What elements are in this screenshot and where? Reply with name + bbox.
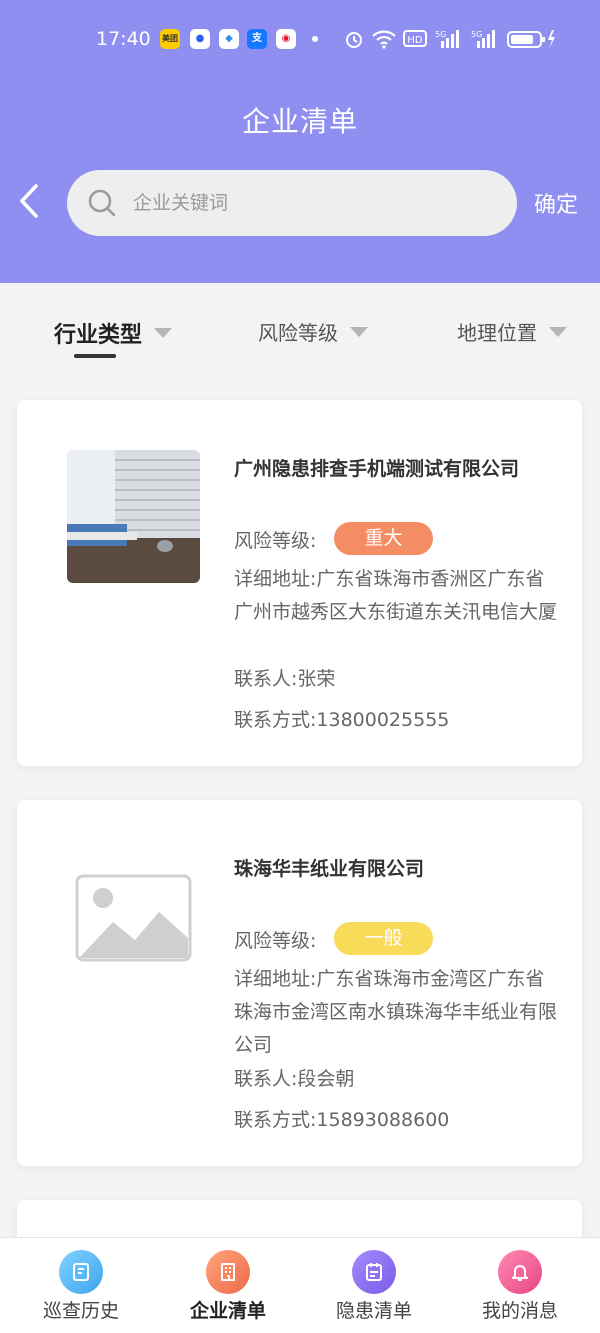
search-input[interactable] bbox=[133, 186, 493, 220]
address-label: 详细地址: bbox=[234, 968, 317, 990]
nav-label: 我的消息 bbox=[481, 1300, 558, 1322]
caret-down-icon bbox=[350, 326, 368, 337]
phone-line: 联系方式:15893088600 bbox=[234, 1104, 449, 1137]
filter-label: 风险等级 bbox=[258, 321, 338, 345]
battery-icon bbox=[507, 30, 555, 49]
address-label: 详细地址: bbox=[234, 568, 317, 590]
address-block: 详细地址:广东省珠海市金湾区广东省珠海市金湾区南水镇珠海华丰纸业有限公司 bbox=[234, 963, 559, 1062]
company-card[interactable]: 珠海华丰纸业有限公司 风险等级: 一般 详细地址:广东省珠海市金湾区广东省珠海市… bbox=[17, 800, 582, 1166]
meituan-icon: 美团 bbox=[160, 29, 180, 49]
risk-label: 风险等级: bbox=[234, 530, 317, 552]
filter-risk-level[interactable]: 风险等级 bbox=[258, 317, 368, 347]
status-time: 17:40 bbox=[96, 28, 151, 50]
address-block: 详细地址:广东省珠海市香洲区广东省广州市越秀区大东街道东关汛电信大厦 bbox=[234, 563, 559, 629]
company-name: 珠海华丰纸业有限公司 bbox=[234, 858, 425, 880]
page-title: 企业清单 bbox=[241, 105, 358, 138]
alipay-icon: 支 bbox=[247, 29, 267, 49]
filter-location[interactable]: 地理位置 bbox=[457, 317, 567, 347]
bottom-nav: 巡查历史 企业清单 隐患清单 我的消息 bbox=[0, 1237, 600, 1333]
browser-icon: ◆ bbox=[219, 29, 239, 49]
nav-hazard-list[interactable]: 隐患清单 bbox=[299, 1238, 449, 1333]
contact-line: 联系人:段会朝 bbox=[234, 1063, 354, 1096]
contact-label: 联系人: bbox=[234, 668, 298, 690]
nav-label: 隐患清单 bbox=[335, 1300, 412, 1322]
list-icon bbox=[352, 1250, 396, 1294]
phone-line: 联系方式:13800025555 bbox=[234, 704, 449, 737]
nav-label: 企业清单 bbox=[189, 1300, 266, 1322]
svg-text:5G: 5G bbox=[435, 30, 446, 39]
back-button[interactable] bbox=[12, 180, 48, 222]
header: 17:40 美团 ● ◆ 支 ◉ HD 5G 5G 企业清单 确定 bbox=[0, 0, 600, 283]
hd-icon: HD bbox=[403, 30, 427, 47]
confirm-button[interactable]: 确定 bbox=[534, 187, 578, 219]
building-icon bbox=[206, 1250, 250, 1294]
company-photo bbox=[67, 450, 200, 583]
risk-badge: 一般 bbox=[334, 922, 433, 955]
caret-down-icon bbox=[154, 328, 173, 338]
nav-patrol-history[interactable]: 巡查历史 bbox=[6, 1238, 156, 1333]
caret-down-icon bbox=[549, 326, 567, 337]
alarm-icon bbox=[346, 32, 362, 48]
phone-value: 13800025555 bbox=[316, 709, 450, 731]
filter-label: 地理位置 bbox=[457, 321, 537, 345]
risk-badge: 重大 bbox=[334, 522, 433, 555]
baidu-icon: ● bbox=[190, 29, 210, 49]
filter-bar: 行业类型 风险等级 地理位置 bbox=[0, 283, 600, 379]
active-tab-indicator bbox=[74, 354, 116, 358]
notification-dot bbox=[312, 36, 318, 42]
svg-text:HD: HD bbox=[407, 35, 423, 46]
filter-industry-type[interactable]: 行业类型 bbox=[54, 317, 173, 348]
nav-label: 巡查历史 bbox=[42, 1300, 119, 1322]
phone-label: 联系方式: bbox=[234, 1109, 317, 1131]
svg-text:5G: 5G bbox=[471, 30, 482, 39]
search-icon bbox=[88, 189, 116, 217]
image-placeholder-icon bbox=[75, 874, 192, 962]
nav-company-list[interactable]: 企业清单 bbox=[153, 1238, 303, 1333]
phone-label: 联系方式: bbox=[234, 709, 317, 731]
history-icon bbox=[59, 1250, 103, 1294]
bell-icon bbox=[498, 1250, 542, 1294]
signal-5g-icon: 5G bbox=[471, 30, 495, 48]
risk-label: 风险等级: bbox=[234, 930, 317, 952]
search-box[interactable] bbox=[67, 170, 517, 236]
weibo-icon: ◉ bbox=[276, 29, 296, 49]
company-name: 广州隐患排查手机端测试有限公司 bbox=[234, 458, 520, 480]
signal-5g-icon: 5G bbox=[435, 30, 459, 48]
status-bar: 17:40 美团 ● ◆ 支 ◉ HD 5G 5G bbox=[0, 22, 600, 58]
company-card[interactable]: 广州隐患排查手机端测试有限公司 风险等级: 重大 详细地址:广东省珠海市香洲区广… bbox=[17, 400, 582, 766]
nav-my-messages[interactable]: 我的消息 bbox=[445, 1238, 595, 1333]
contact-value: 张荣 bbox=[297, 668, 336, 690]
contact-line: 联系人:张荣 bbox=[234, 663, 335, 696]
contact-label: 联系人: bbox=[234, 1068, 298, 1090]
phone-value: 15893088600 bbox=[316, 1109, 450, 1131]
contact-value: 段会朝 bbox=[297, 1068, 355, 1090]
wifi-icon bbox=[372, 30, 396, 49]
chevron-left-icon bbox=[20, 184, 38, 218]
filter-label: 行业类型 bbox=[54, 323, 143, 348]
